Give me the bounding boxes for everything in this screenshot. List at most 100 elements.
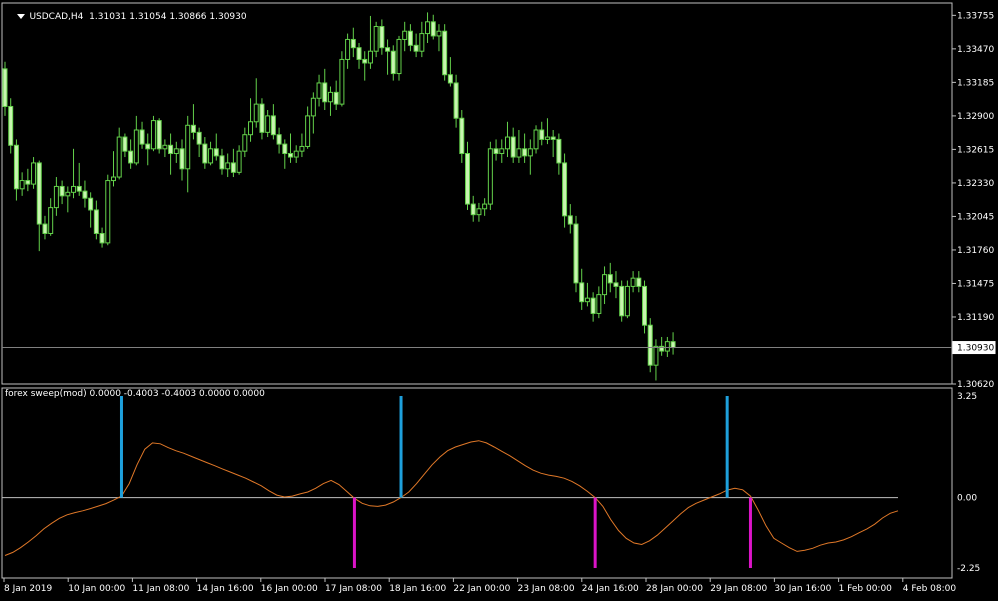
candle-body-bull [116, 136, 122, 178]
symbol-name: USDCAD,H4 [29, 12, 84, 22]
candle [236, 145, 242, 175]
candle-body-bear [670, 341, 676, 349]
candle [99, 227, 105, 248]
candle [179, 139, 185, 181]
time-label: 24 Jan 16:00 [582, 584, 639, 594]
candle-body-bull [299, 145, 305, 152]
candle-body-bear [522, 148, 528, 157]
candle-body-bear [156, 120, 162, 150]
price-label: 1.33470 [957, 45, 994, 55]
candle-body-bear [442, 30, 448, 76]
candle [413, 33, 419, 58]
chart-frame [1, 2, 953, 579]
candle [36, 160, 42, 252]
candle-body-bull [150, 120, 156, 150]
candle-body-bear [619, 285, 625, 317]
candle [265, 110, 271, 138]
candle-body-bear [333, 91, 339, 105]
candle-body-bear [122, 136, 128, 152]
candle-body-bear [356, 47, 362, 60]
chart-window[interactable]: 1.33755 1.33470 1.33185 1.32900 1.32615 1.323… [0, 0, 998, 597]
candle-body-bear [93, 209, 99, 234]
candle [168, 133, 174, 175]
candle-body-bear [642, 285, 648, 326]
candle-body-bear [413, 44, 419, 52]
candle-body-bull [653, 345, 659, 366]
candle-body-bear [539, 129, 545, 140]
candle [516, 130, 522, 163]
current-price-label: 1.30930 [957, 344, 994, 354]
candle-body-bull [584, 297, 590, 303]
candle [305, 106, 311, 149]
candle-body-bear [613, 282, 619, 287]
candle [350, 27, 356, 58]
candle [590, 292, 596, 322]
candle [539, 121, 545, 146]
candle-body-bear [379, 26, 385, 49]
candle [253, 78, 259, 128]
candle [407, 24, 413, 52]
candle [322, 68, 328, 111]
candle-body-bull [305, 115, 311, 147]
time-label: 16 Jan 00:00 [261, 584, 318, 594]
dropdown-triangle-icon[interactable] [17, 14, 26, 19]
candle-body-bear [562, 162, 568, 217]
candle-body-bear [465, 153, 471, 205]
candle [670, 332, 676, 355]
candle [567, 204, 573, 234]
candle [8, 98, 14, 154]
chart-canvas[interactable]: 1.33755 1.33470 1.33185 1.32900 1.32615 1.323… [0, 0, 998, 597]
candle [93, 200, 99, 240]
candle [522, 133, 528, 163]
candle [390, 45, 396, 81]
candle-body-bull [664, 341, 670, 352]
candle-body-bear [493, 148, 499, 155]
candle-body-bear [196, 131, 202, 145]
candle-body-bear [590, 297, 596, 314]
candle-body-bull [242, 134, 248, 152]
candle [242, 127, 248, 158]
candle-body-bull [396, 38, 402, 75]
candle [510, 127, 516, 163]
candle [624, 280, 630, 319]
candle [533, 125, 539, 154]
candle-body-bull [173, 148, 179, 155]
candle-body-bear [453, 82, 459, 119]
candle-body-bear [647, 324, 653, 366]
candle-body-bear [59, 185, 65, 197]
axes: 1.33755 1.33470 1.33185 1.32900 1.32615 1.323… [2, 11, 996, 594]
candle [544, 118, 550, 145]
candle [19, 172, 25, 196]
candle [25, 168, 31, 192]
candle [459, 110, 465, 163]
candle [76, 162, 82, 196]
time-label: 30 Jan 16:00 [774, 584, 831, 594]
candle-body-bull [402, 30, 408, 40]
candle [82, 180, 88, 208]
candle-body-bear [145, 143, 151, 150]
candle-body-bull [48, 207, 54, 234]
candle [630, 271, 636, 293]
candle-body-bull [544, 136, 550, 140]
candle [499, 139, 505, 163]
indicator-axis-label: 3.25 [957, 392, 977, 402]
candle [436, 24, 442, 52]
candle-body-bear [288, 153, 293, 158]
candle [128, 139, 134, 169]
indicator-header[interactable]: forex sweep(mod) 0.0000 -0.4003 -0.4003 … [5, 389, 265, 399]
candle-body-bear [362, 58, 368, 64]
symbol-header[interactable]: USDCAD,H4 1.31031 1.31054 1.30866 1.3093… [6, 2, 247, 32]
candle-body-bull [630, 277, 636, 287]
candle-body-bear [607, 274, 613, 284]
candle-body-bear [573, 223, 579, 284]
candle [664, 336, 670, 357]
candle-body-bull [162, 144, 168, 150]
candle [105, 174, 111, 246]
candle-body-bear [556, 138, 562, 164]
candle [550, 130, 556, 158]
candle-body-bull [527, 148, 533, 157]
candle [65, 186, 71, 213]
candle [196, 127, 202, 158]
candle [333, 80, 339, 111]
candle-body-bear [510, 136, 516, 158]
